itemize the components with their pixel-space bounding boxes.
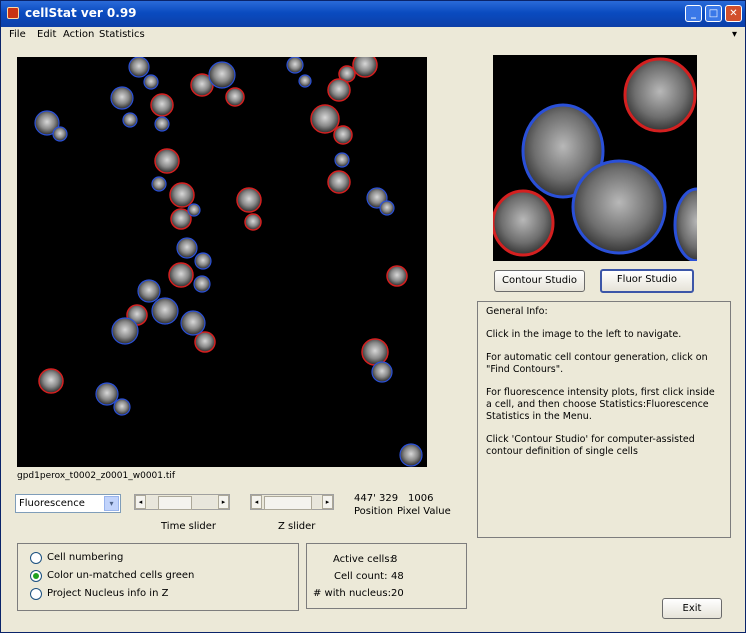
pixel-value: 1006 [408, 493, 434, 504]
main-image-canvas [34, 52, 423, 467]
time-slider-left-arrow[interactable]: ◂ [135, 495, 146, 509]
position-label: Position [354, 506, 393, 517]
time-slider-right-arrow[interactable]: ▸ [218, 495, 229, 509]
time-slider-track[interactable] [147, 496, 217, 510]
channel-select[interactable]: Fluorescence ▾ [15, 494, 121, 513]
zoom-cells [491, 57, 721, 263]
app-window: cellStat ver 0.99 _ □ ✕ File Edit Action… [0, 0, 746, 633]
info-line: Click 'Contour Studio' for computer-assi… [486, 434, 695, 457]
nucleus-count-value: 20 [391, 588, 404, 599]
radio-label: Color un-matched cells green [47, 570, 195, 581]
display-options-group: Cell numbering Color un-matched cells gr… [17, 543, 299, 611]
image-filename: gpd1perox_t0002_z0001_w0001.tif [17, 471, 176, 481]
cell-count-value: 48 [391, 571, 404, 582]
z-slider-left-arrow[interactable]: ◂ [251, 495, 262, 509]
time-slider-thumb[interactable] [158, 496, 192, 510]
radio-label: Cell numbering [47, 552, 124, 563]
exit-button[interactable]: Exit [662, 598, 722, 619]
close-button[interactable]: ✕ [725, 5, 742, 22]
zoom-image-view[interactable] [491, 55, 721, 263]
radio-label: Project Nucleus info in Z [47, 588, 169, 599]
menu-statistics[interactable]: Statistics [99, 29, 145, 40]
pixel-value-label: Pixel Value [397, 506, 451, 517]
blue-contour-cells [34, 56, 423, 467]
time-slider-label: Time slider [161, 521, 217, 532]
radio-button[interactable] [30, 588, 42, 600]
info-line: For fluorescence intensity plots, first … [486, 387, 715, 422]
minimize-button[interactable]: _ [685, 5, 702, 22]
menu-overflow-icon[interactable]: ▾ [732, 29, 737, 40]
z-slider-thumb[interactable] [264, 496, 312, 510]
time-slider[interactable]: ◂ ▸ [134, 494, 230, 510]
contour-studio-button[interactable]: Contour Studio [494, 270, 585, 292]
z-slider-right-arrow[interactable]: ▸ [322, 495, 333, 509]
z-slider[interactable]: ◂ ▸ [250, 494, 334, 510]
active-cells-label: Active cells: [333, 554, 393, 565]
maximize-button[interactable]: □ [705, 5, 722, 22]
cell-count-label: Cell count: [334, 571, 388, 582]
chevron-down-icon[interactable]: ▾ [104, 496, 119, 511]
nucleus-count-label: # with nucleus: [313, 588, 391, 599]
title-bar[interactable]: cellStat ver 0.99 _ □ ✕ [1, 1, 745, 27]
menu-edit[interactable]: Edit [37, 29, 56, 40]
menu-action[interactable]: Action [63, 29, 94, 40]
fluor-studio-button[interactable]: Fluor Studio [600, 269, 694, 293]
cell-stats-group: Active cells: 8 Cell count: 48 # with nu… [306, 543, 467, 609]
info-line: For automatic cell contour generation, c… [486, 352, 708, 375]
window-title: cellStat ver 0.99 [25, 6, 137, 20]
z-slider-track[interactable] [263, 496, 321, 510]
app-icon [7, 7, 19, 19]
info-line: Click in the image to the left to naviga… [486, 329, 682, 340]
radio-button[interactable] [30, 570, 42, 582]
general-info-panel: General Info: Click in the image to the … [477, 301, 731, 538]
channel-select-value: Fluorescence [19, 498, 85, 509]
menu-file[interactable]: File [9, 29, 26, 40]
menu-bar: File Edit Action Statistics ▾ [1, 28, 745, 44]
info-heading: General Info: [486, 306, 548, 317]
z-slider-label: Z slider [278, 521, 316, 532]
radio-button[interactable] [30, 552, 42, 564]
main-image-view[interactable] [17, 52, 427, 467]
active-cells-value: 8 [391, 554, 398, 565]
position-value: 447' 329 [354, 493, 399, 504]
zoom-image-canvas [491, 57, 721, 263]
red-contour-cells [38, 52, 408, 394]
